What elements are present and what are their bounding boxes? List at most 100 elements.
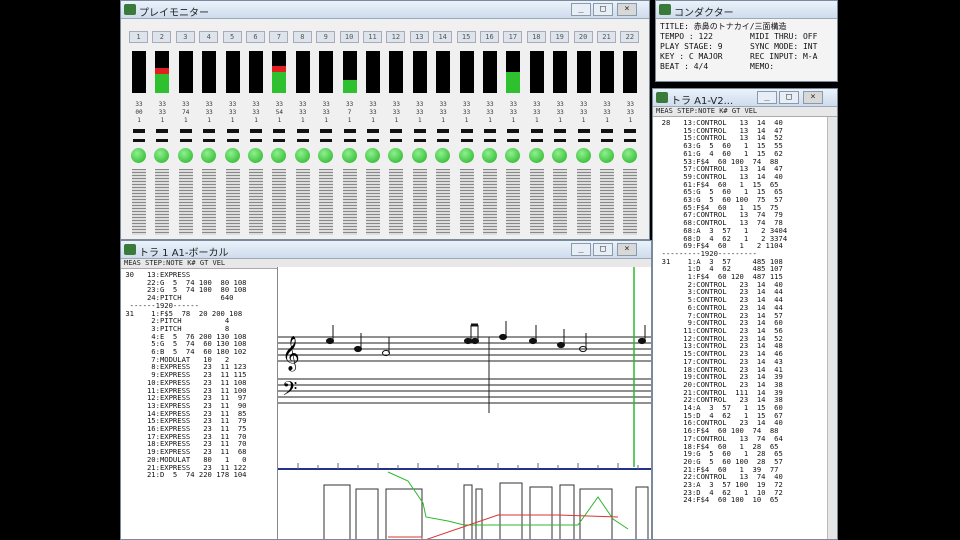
- channel-strip[interactable]: 7 33 54 1: [269, 31, 289, 239]
- pan-knob-icon[interactable]: [154, 148, 170, 163]
- mute-indicator[interactable]: [484, 129, 496, 133]
- channel-strip[interactable]: 12 33 33 1: [386, 31, 406, 239]
- volume-fader[interactable]: [132, 169, 146, 235]
- mute-indicator[interactable]: [624, 129, 637, 133]
- channel-strip[interactable]: 2 33 33 1: [152, 31, 172, 239]
- score-canvas[interactable]: 𝄞 𝄢: [278, 267, 652, 540]
- mute-indicator[interactable]: [250, 129, 262, 133]
- pan-knob-icon[interactable]: [294, 148, 310, 163]
- channel-strip[interactable]: 3 33 74 1: [175, 31, 195, 239]
- channel-strip[interactable]: 8 33 33 1: [292, 31, 312, 239]
- solo-indicator[interactable]: [203, 139, 216, 142]
- channel-strip[interactable]: 20 33 33 1: [573, 31, 593, 239]
- mute-indicator[interactable]: [273, 129, 286, 133]
- volume-fader[interactable]: [249, 169, 263, 235]
- volume-fader[interactable]: [483, 169, 497, 235]
- solo-indicator[interactable]: [226, 139, 239, 142]
- channel-strip[interactable]: 19 33 33 1: [550, 31, 570, 239]
- mute-indicator[interactable]: [343, 129, 356, 133]
- channel-strip[interactable]: 10 33 7 1: [339, 31, 359, 239]
- minimize-button[interactable]: _: [571, 243, 591, 256]
- solo-indicator[interactable]: [320, 139, 333, 142]
- mute-indicator[interactable]: [554, 129, 567, 133]
- mute-indicator[interactable]: [226, 129, 239, 133]
- channel-strip[interactable]: 9 33 33 1: [316, 31, 336, 239]
- solo-indicator[interactable]: [413, 139, 426, 142]
- pan-knob-icon[interactable]: [131, 148, 146, 163]
- channel-strip[interactable]: 17 33 33 1: [503, 31, 523, 239]
- solo-indicator[interactable]: [343, 139, 356, 142]
- volume-fader[interactable]: [436, 169, 451, 235]
- pan-knob-icon[interactable]: [528, 148, 544, 163]
- mute-indicator[interactable]: [203, 129, 216, 133]
- mute-indicator[interactable]: [577, 129, 590, 133]
- solo-indicator[interactable]: [507, 139, 520, 142]
- pan-knob-icon[interactable]: [599, 148, 614, 163]
- minimize-button[interactable]: _: [571, 3, 591, 16]
- pan-knob-icon[interactable]: [411, 148, 427, 163]
- volume-fader[interactable]: [459, 169, 474, 235]
- volume-fader[interactable]: [342, 169, 357, 235]
- pan-knob-icon[interactable]: [622, 148, 638, 163]
- solo-indicator[interactable]: [390, 139, 403, 142]
- solo-indicator[interactable]: [577, 139, 590, 142]
- solo-indicator[interactable]: [250, 139, 262, 142]
- channel-strip[interactable]: 4 33 33 1: [199, 31, 219, 239]
- list-item[interactable]: 21:D 5 74 220 178 104: [121, 471, 273, 479]
- channel-strip[interactable]: 11 33 33 1: [363, 31, 382, 239]
- volume-fader[interactable]: [529, 169, 544, 235]
- volume-fader[interactable]: [319, 169, 334, 235]
- title-bar[interactable]: トラ 1 A1-ボーカル _ □ ×: [121, 241, 651, 259]
- solo-indicator[interactable]: [624, 139, 637, 142]
- pan-knob-icon[interactable]: [505, 148, 521, 163]
- mute-indicator[interactable]: [390, 129, 403, 133]
- volume-fader[interactable]: [295, 169, 310, 235]
- pan-knob-icon[interactable]: [482, 148, 497, 163]
- solo-indicator[interactable]: [133, 139, 145, 142]
- mute-indicator[interactable]: [530, 129, 543, 133]
- mute-indicator[interactable]: [156, 129, 169, 133]
- channel-strip[interactable]: 18 33 33 1: [526, 31, 546, 239]
- volume-fader[interactable]: [178, 169, 193, 235]
- volume-fader[interactable]: [155, 169, 170, 235]
- close-button[interactable]: ×: [617, 3, 637, 16]
- solo-indicator[interactable]: [484, 139, 496, 142]
- solo-indicator[interactable]: [296, 139, 309, 142]
- mute-indicator[interactable]: [601, 129, 613, 133]
- channel-strip[interactable]: 13 33 33 1: [409, 31, 429, 239]
- channel-strip[interactable]: 21 33 33 1: [597, 31, 616, 239]
- event-list[interactable]: 28 13:CONTROL 13 14 40 15:CONTROL 13 14 …: [653, 119, 827, 504]
- mute-indicator[interactable]: [296, 129, 309, 133]
- volume-fader[interactable]: [389, 169, 404, 235]
- pan-knob-icon[interactable]: [365, 148, 380, 163]
- maximize-button[interactable]: □: [779, 91, 799, 104]
- channel-strip[interactable]: 6 33 33 1: [246, 31, 265, 239]
- channel-strip[interactable]: 14 33 33 1: [433, 31, 453, 239]
- volume-fader[interactable]: [225, 169, 240, 235]
- vertical-scrollbar[interactable]: [827, 117, 837, 539]
- mute-indicator[interactable]: [320, 129, 333, 133]
- channel-strip[interactable]: 16 33 33 1: [480, 31, 499, 239]
- pan-knob-icon[interactable]: [201, 148, 217, 163]
- minimize-button[interactable]: _: [757, 91, 777, 104]
- pan-knob-icon[interactable]: [435, 148, 451, 163]
- close-button[interactable]: ×: [803, 91, 823, 104]
- pan-knob-icon[interactable]: [271, 148, 287, 163]
- channel-strip[interactable]: 15 33 33 1: [456, 31, 476, 239]
- pan-knob-icon[interactable]: [575, 148, 591, 163]
- volume-fader[interactable]: [412, 169, 427, 235]
- channel-strip[interactable]: 1 33 00 1: [129, 31, 148, 239]
- volume-fader[interactable]: [553, 169, 568, 235]
- solo-indicator[interactable]: [601, 139, 613, 142]
- channel-strip[interactable]: 5 33 33 1: [222, 31, 242, 239]
- volume-fader[interactable]: [202, 169, 217, 235]
- pan-knob-icon[interactable]: [318, 148, 334, 163]
- pan-knob-icon[interactable]: [458, 148, 474, 163]
- volume-fader[interactable]: [623, 169, 638, 235]
- pan-knob-icon[interactable]: [248, 148, 263, 163]
- pan-knob-icon[interactable]: [177, 148, 193, 163]
- solo-indicator[interactable]: [460, 139, 473, 142]
- channel-strip[interactable]: 22 33 33 1: [620, 31, 640, 239]
- volume-fader[interactable]: [506, 169, 521, 235]
- mute-indicator[interactable]: [367, 129, 379, 133]
